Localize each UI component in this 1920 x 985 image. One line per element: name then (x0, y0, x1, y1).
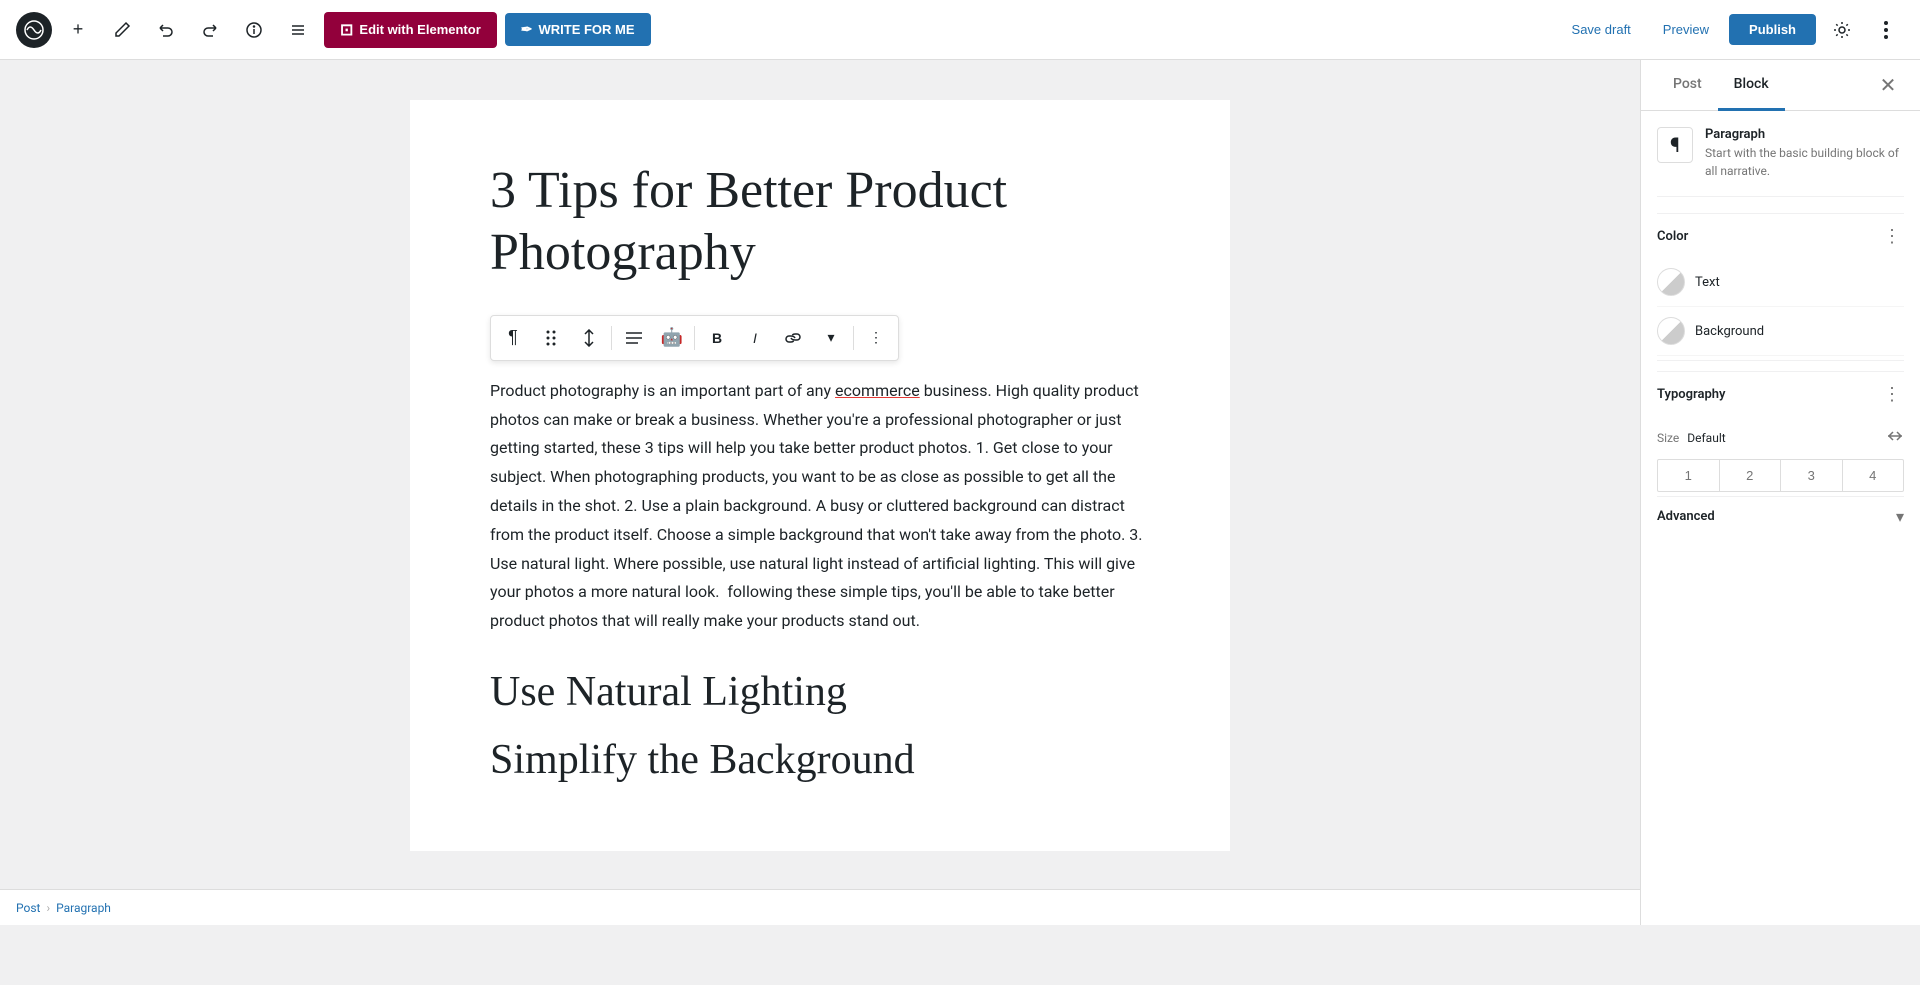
link-button[interactable] (775, 320, 811, 356)
more-toolbar-button[interactable]: ⋮ (858, 320, 894, 356)
edit-elementor-button[interactable]: ⊡ Edit with Elementor (324, 12, 497, 48)
color-section: Color ⋮ Text Background (1657, 213, 1904, 356)
typography-section-title: Typography (1657, 387, 1726, 402)
size-btn-1[interactable]: 1 (1658, 460, 1720, 491)
background-color-label: Background (1695, 324, 1764, 339)
post-tab[interactable]: Post (1657, 60, 1718, 111)
advanced-section-header[interactable]: Advanced ▾ (1657, 507, 1904, 526)
add-block-button[interactable]: + (60, 12, 96, 48)
sidebar-tabs: Post Block ✕ (1641, 60, 1920, 111)
advanced-chevron-icon: ▾ (1896, 507, 1904, 526)
size-btn-2[interactable]: 2 (1720, 460, 1782, 491)
text-color-swatch[interactable] (1657, 268, 1685, 296)
breadcrumb-post[interactable]: Post (16, 901, 40, 915)
write-for-me-button[interactable]: ✒ WRITE FOR ME (505, 13, 651, 46)
color-section-title: Color (1657, 229, 1688, 244)
publish-button[interactable]: Publish (1729, 14, 1816, 45)
size-label: Size (1657, 431, 1679, 445)
breadcrumb-paragraph[interactable]: Paragraph (56, 901, 111, 915)
dropdown-button[interactable]: ▾ (813, 320, 849, 356)
main-layout: 3 Tips for Better Product Photography ¶ (0, 60, 1920, 925)
block-info: ¶ Paragraph Start with the basic buildin… (1657, 127, 1904, 197)
editor-canvas: 3 Tips for Better Product Photography ¶ (410, 100, 1230, 851)
settings-button[interactable] (1824, 12, 1860, 48)
partial-heading[interactable]: Simplify the Background (490, 736, 1150, 791)
info-button[interactable] (236, 12, 272, 48)
typography-section: Typography ⋮ Size Default (1657, 360, 1904, 492)
sidebar-close-button[interactable]: ✕ (1872, 69, 1904, 101)
typography-section-menu-button[interactable]: ⋮ (1880, 382, 1904, 406)
move-arrows-button[interactable] (571, 320, 607, 356)
wp-logo (16, 12, 52, 48)
italic-button[interactable]: I (737, 320, 773, 356)
color-section-header: Color ⋮ (1657, 213, 1904, 258)
right-sidebar: Post Block ✕ ¶ Paragraph Start with the … (1640, 60, 1920, 925)
text-color-label: Text (1695, 275, 1720, 290)
typography-section-header: Typography ⋮ (1657, 371, 1904, 416)
breadcrumb-separator: › (46, 901, 50, 915)
save-draft-button[interactable]: Save draft (1560, 14, 1643, 45)
text-color-item[interactable]: Text (1657, 258, 1904, 307)
size-default-value: Default (1687, 431, 1725, 445)
block-type-icon: ¶ (1657, 127, 1693, 163)
block-tab[interactable]: Block (1718, 60, 1785, 111)
top-toolbar: + ⊡ Edit with Elementor (0, 0, 1920, 60)
block-name: Paragraph (1705, 127, 1904, 142)
paragraph-content[interactable]: Product photography is an important part… (490, 377, 1150, 636)
ai-button[interactable]: 🤖 (654, 320, 690, 356)
background-color-swatch[interactable] (1657, 317, 1685, 345)
post-title[interactable]: 3 Tips for Better Product Photography (490, 160, 1150, 285)
advanced-section: Advanced ▾ (1657, 496, 1904, 526)
size-buttons-group: 1 2 3 4 (1657, 459, 1904, 492)
ecommerce-word: ecommerce (835, 381, 920, 400)
edit-button[interactable] (104, 12, 140, 48)
size-btn-4[interactable]: 4 (1843, 460, 1904, 491)
section-heading[interactable]: Use Natural Lighting (490, 668, 1150, 716)
typography-reset-button[interactable] (1886, 429, 1904, 446)
background-color-item[interactable]: Background (1657, 307, 1904, 356)
editor-area: 3 Tips for Better Product Photography ¶ (0, 60, 1640, 925)
bold-button[interactable]: B (699, 320, 735, 356)
preview-button[interactable]: Preview (1651, 14, 1721, 45)
align-button[interactable] (616, 320, 652, 356)
block-description: Start with the basic building block of a… (1705, 144, 1904, 180)
advanced-section-title: Advanced (1657, 509, 1715, 524)
undo-button[interactable] (148, 12, 184, 48)
redo-button[interactable] (192, 12, 228, 48)
size-btn-3[interactable]: 3 (1781, 460, 1843, 491)
color-section-menu-button[interactable]: ⋮ (1880, 224, 1904, 248)
drag-handle-button[interactable] (533, 320, 569, 356)
block-toolbar: ¶ (490, 315, 899, 361)
paragraph-type-button[interactable]: ¶ (495, 320, 531, 356)
bottom-breadcrumb: Post › Paragraph (0, 889, 1640, 925)
sidebar-content: ¶ Paragraph Start with the basic buildin… (1641, 111, 1920, 925)
size-row: Size Default (1657, 428, 1904, 447)
list-view-button[interactable] (280, 12, 316, 48)
more-options-button[interactable] (1868, 12, 1904, 48)
